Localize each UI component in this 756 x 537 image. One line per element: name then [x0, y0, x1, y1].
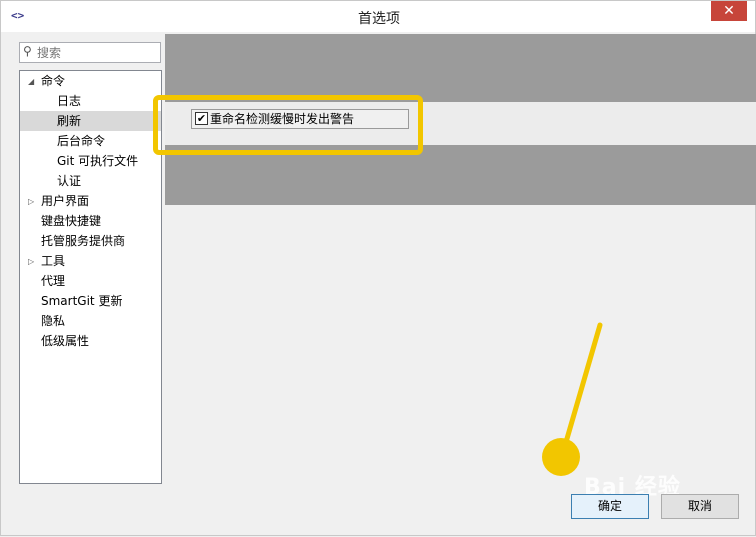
cancel-button[interactable]: 取消 — [661, 494, 739, 519]
preferences-window: <> 首选项 ✕ ⚲ ◢ 命令 日志 刷新 后台命令 Git 可执行文件 认证 … — [0, 0, 756, 536]
pointer-dot — [542, 438, 580, 476]
pointer-line — [561, 322, 603, 452]
ok-button[interactable]: 确定 — [571, 494, 649, 519]
annotation-pointer — [542, 322, 603, 476]
